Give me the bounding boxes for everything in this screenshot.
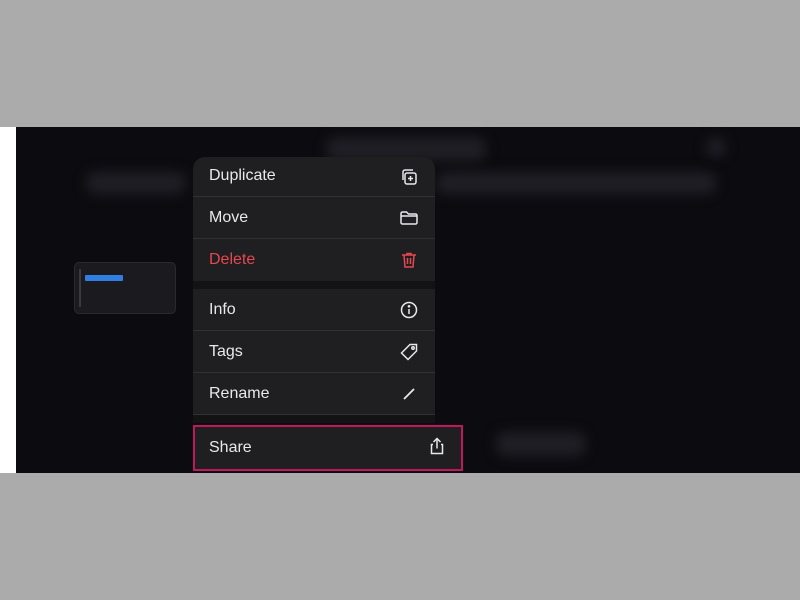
share-icon — [427, 436, 447, 461]
blurred-bottom-item — [496, 432, 586, 456]
menu-item-label: Tags — [209, 342, 243, 360]
menu-separator — [193, 281, 435, 289]
duplicate-icon — [399, 167, 419, 187]
app-screen: Duplicate Move Delete Info Tags Rename S… — [16, 127, 800, 473]
menu-item-share[interactable]: Share — [193, 425, 463, 471]
left-margin — [0, 127, 16, 473]
menu-item-info[interactable]: Info — [193, 289, 435, 331]
context-menu: Duplicate Move Delete Info Tags Rename — [193, 157, 435, 423]
tag-icon — [399, 342, 419, 362]
blurred-toolbar-left — [86, 172, 186, 194]
menu-separator — [193, 415, 435, 423]
menu-item-label: Delete — [209, 251, 256, 268]
thumbnail-edge — [79, 269, 81, 307]
thumbnail-highlight-bar — [85, 275, 123, 281]
pencil-icon — [399, 384, 419, 404]
menu-item-move[interactable]: Move — [193, 197, 435, 239]
menu-item-tags[interactable]: Tags — [193, 331, 435, 373]
menu-item-label: Share — [209, 439, 252, 456]
menu-item-duplicate[interactable]: Duplicate — [193, 157, 435, 197]
folder-icon — [399, 208, 419, 228]
document-thumbnail[interactable] — [75, 263, 175, 313]
menu-item-label: Rename — [209, 384, 270, 402]
menu-item-label: Duplicate — [209, 167, 276, 184]
menu-item-delete[interactable]: Delete — [193, 239, 435, 281]
blurred-toolbar-right — [436, 172, 716, 194]
trash-icon — [399, 250, 419, 270]
menu-item-label: Info — [209, 300, 236, 318]
blurred-icon-top-right — [706, 137, 726, 157]
info-icon — [399, 300, 419, 320]
menu-item-rename[interactable]: Rename — [193, 373, 435, 415]
menu-item-label: Move — [209, 208, 249, 226]
page: Duplicate Move Delete Info Tags Rename S… — [0, 0, 800, 600]
